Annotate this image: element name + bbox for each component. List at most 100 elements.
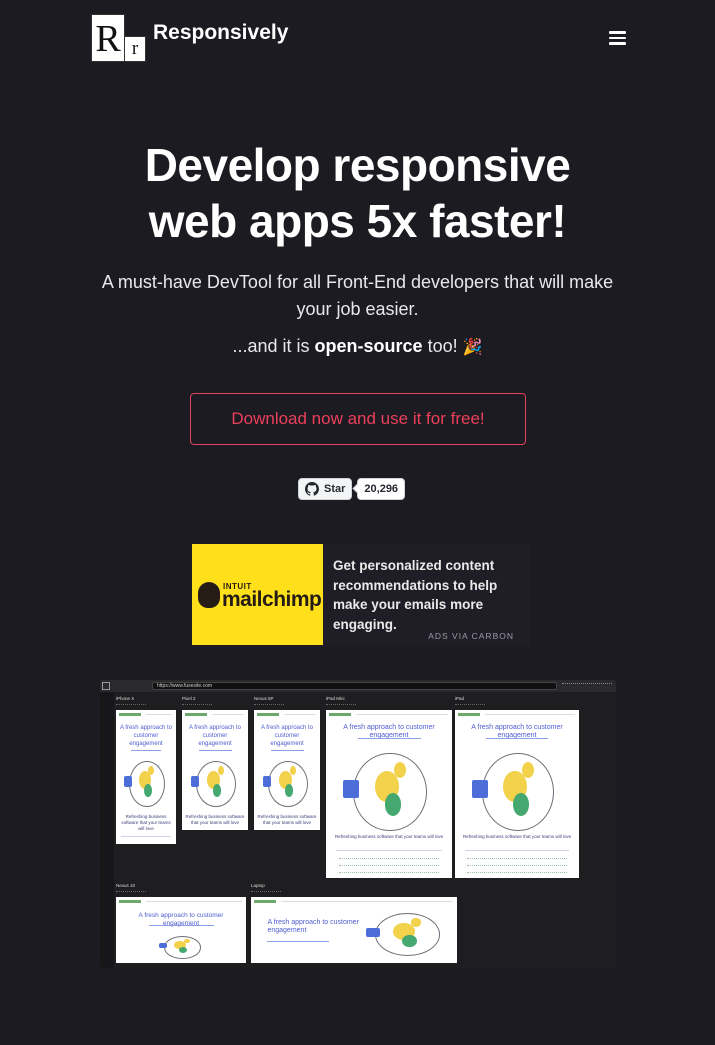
github-star-label: Star	[324, 483, 346, 495]
hero-title: Develop responsive web apps 5x faster!	[0, 137, 715, 249]
headline-underline	[486, 738, 548, 739]
github-star-count[interactable]: 20,296	[357, 478, 406, 500]
github-star-button[interactable]: Star	[298, 478, 353, 500]
site-logo-row	[467, 865, 567, 869]
device-frame: A fresh approach to customer engagement R…	[455, 710, 579, 878]
hamburger-menu-icon[interactable]	[609, 31, 626, 45]
site-nav	[212, 714, 244, 715]
open-source-bold: open-source	[314, 336, 423, 356]
open-source-note: ...and it is open-source too! 🎉	[0, 336, 715, 357]
device-toolbar	[455, 704, 485, 708]
logo-letter-big: R	[91, 14, 125, 62]
headline-underline	[270, 750, 304, 751]
hero-illustration	[361, 911, 451, 959]
headline-underline	[131, 750, 161, 751]
open-source-prefix: ...and it is	[232, 336, 315, 356]
site-nav	[281, 901, 453, 902]
site-logo	[119, 900, 141, 903]
app-screenshot: https://www.fusesite.com iPhone X A fresh…	[100, 680, 616, 968]
device-label: iPad Mini	[326, 696, 345, 701]
site-nav	[284, 714, 316, 715]
ad-text[interactable]: Get personalized content recommendations…	[333, 556, 523, 634]
headline-underline	[148, 925, 214, 926]
hero-illustration	[156, 935, 206, 959]
hero-illustration	[338, 748, 440, 838]
site-logo	[254, 900, 276, 903]
address-bar-url: https://www.fusesite.com	[157, 683, 213, 689]
app-sidebar	[100, 692, 114, 968]
app-toolbar: https://www.fusesite.com	[100, 680, 616, 692]
site-logo-row	[338, 858, 440, 862]
site-headline: A fresh approach to customer engagement	[119, 725, 173, 747]
site-nav	[146, 714, 172, 715]
hero-illustration	[467, 748, 567, 838]
device-toolbar	[116, 891, 146, 895]
site-subheadline: Refreshing business software that your t…	[334, 834, 444, 839]
site-nav	[485, 714, 575, 715]
mailchimp-ad-image[interactable]: INTUIT mailchimp	[192, 544, 323, 645]
mailchimp-wordmark: mailchimp	[222, 588, 322, 611]
open-source-suffix: too!	[422, 336, 463, 356]
logo-letter-small: r	[124, 36, 146, 62]
site-logo-row	[338, 872, 440, 876]
site-logo	[329, 713, 351, 716]
download-button[interactable]: Download now and use it for free!	[190, 393, 526, 445]
site-headline: A fresh approach to customer engagement	[267, 919, 359, 934]
device-label: iPhone X	[116, 696, 135, 701]
hero-title-line-2: web apps 5x faster!	[148, 195, 567, 247]
device-toolbar	[116, 704, 146, 708]
site-logo	[119, 713, 141, 716]
device-frame: A fresh approach to customer engagement R…	[116, 710, 176, 844]
hero-title-line-1: Develop responsive	[144, 139, 571, 191]
device-frame: A fresh approach to customer engagement R…	[182, 710, 248, 830]
logo-icon: R r	[91, 14, 147, 64]
device-frame: A fresh approach to customer engagement	[251, 897, 457, 963]
ad-via-carbon[interactable]: ADS VIA CARBON	[428, 631, 514, 641]
site-subheadline: Refreshing business software that your t…	[462, 834, 572, 839]
logo-link[interactable]: R r Responsively	[91, 14, 288, 64]
hero-illustration	[260, 758, 314, 810]
github-star-widget: Star 20,296	[298, 478, 406, 500]
site-logo	[257, 713, 279, 716]
site-logo	[185, 713, 207, 716]
brand-name: Responsively	[153, 21, 289, 44]
site-nav	[146, 901, 242, 902]
site-logo-row	[467, 858, 567, 862]
site-logo-row	[338, 865, 440, 869]
site-divider	[464, 850, 570, 851]
headline-underline	[357, 738, 421, 739]
toolbar-icons	[562, 683, 612, 690]
device-toolbar	[254, 704, 284, 708]
hero-illustration	[122, 758, 170, 810]
site-logo-row	[467, 872, 567, 876]
site-subheadline: Refreshing business software that your t…	[257, 814, 317, 825]
site-subheadline: Refreshing business software that your t…	[185, 814, 245, 825]
hero-subtitle: A must-have DevTool for all Front-End de…	[101, 272, 614, 319]
site-nav	[356, 714, 448, 715]
headline-underline	[267, 941, 330, 942]
device-frame: A fresh approach to customer engagement R…	[254, 710, 320, 830]
site-headline: A fresh approach to customer engagement	[260, 725, 314, 747]
headline-underline	[198, 750, 232, 751]
device-toolbar	[326, 704, 356, 708]
carbon-ad: INTUIT mailchimp Get personalized conten…	[192, 544, 530, 645]
hero-illustration	[188, 758, 242, 810]
device-label: Nexus 10	[116, 883, 136, 888]
device-toolbar	[182, 704, 212, 708]
party-popper-icon: 🎉	[462, 339, 483, 356]
device-frame: A fresh approach to customer engagement	[116, 897, 246, 963]
github-icon	[305, 482, 319, 496]
site-divider	[336, 850, 442, 851]
address-bar: https://www.fusesite.com	[152, 682, 557, 690]
device-label: Pixel 2	[182, 696, 196, 701]
site-headline: A fresh approach to customer engagement	[188, 725, 242, 747]
app-icon	[102, 682, 110, 690]
device-label: iPad	[455, 696, 465, 701]
device-label: Laptop	[251, 883, 265, 888]
site-subheadline: Refreshing business software that your t…	[121, 814, 171, 831]
device-toolbar	[251, 891, 281, 895]
site-divider	[120, 836, 172, 837]
site-header: R r Responsively	[0, 0, 715, 80]
device-frame: A fresh approach to customer engagement R…	[326, 710, 452, 878]
mailchimp-freddie-icon	[198, 582, 220, 608]
